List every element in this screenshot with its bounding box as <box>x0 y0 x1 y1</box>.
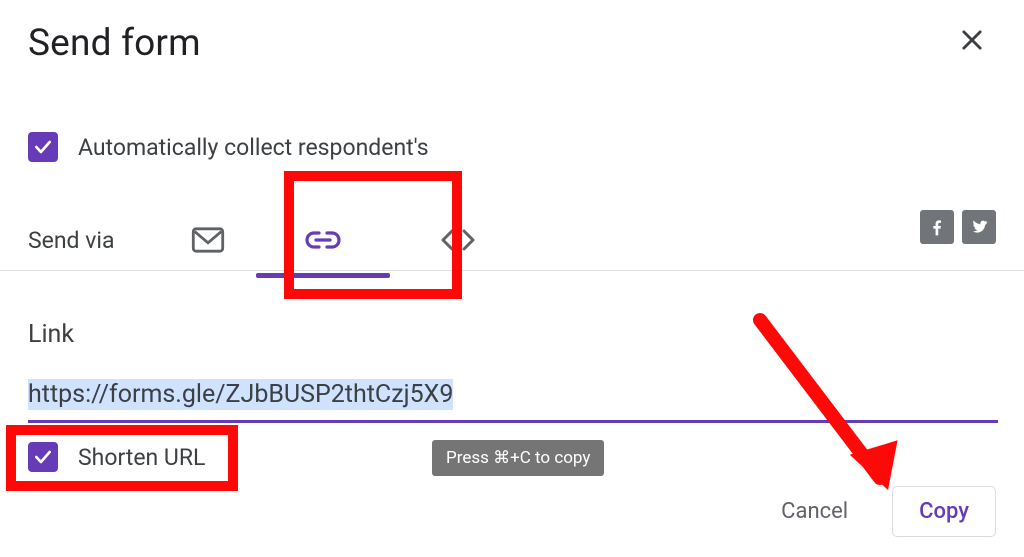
mail-icon <box>191 226 225 254</box>
collect-respondent-label: Automatically collect respondent's <box>78 134 429 161</box>
tab-email[interactable] <box>168 214 248 266</box>
send-form-dialog: Send form Automatically collect responde… <box>0 0 1024 557</box>
checkmark-icon <box>33 447 53 467</box>
shorten-url-row: Shorten URL <box>28 442 205 472</box>
facebook-icon <box>927 217 947 237</box>
tab-link[interactable] <box>248 214 398 266</box>
shorten-url-checkbox[interactable] <box>28 442 58 472</box>
send-via-label: Send via <box>28 227 114 254</box>
dialog-title: Send form <box>28 22 201 65</box>
dialog-header: Send form <box>28 22 998 65</box>
embed-icon <box>438 227 478 253</box>
send-via-row: Send via <box>28 214 998 266</box>
link-icon <box>303 229 343 251</box>
link-section-label: Link <box>28 320 74 349</box>
share-twitter-button[interactable] <box>962 210 996 244</box>
close-button[interactable] <box>954 22 990 58</box>
twitter-icon <box>969 217 989 237</box>
close-icon <box>958 26 986 54</box>
collect-respondent-checkbox[interactable] <box>28 132 58 162</box>
social-share <box>920 210 996 244</box>
checkmark-icon <box>33 137 53 157</box>
shorten-url-label: Shorten URL <box>78 444 205 471</box>
link-url-field[interactable]: https://forms.gle/ZJbBUSP2thtCzj5X9 <box>28 380 998 409</box>
send-via-tabs <box>168 214 518 266</box>
copy-button[interactable]: Copy <box>892 486 996 537</box>
tab-embed[interactable] <box>398 214 518 266</box>
link-url-underline <box>28 420 998 423</box>
link-url-value: https://forms.gle/ZJbBUSP2thtCzj5X9 <box>28 379 453 410</box>
share-facebook-button[interactable] <box>920 210 954 244</box>
send-via-divider <box>0 270 1024 271</box>
cancel-button[interactable]: Cancel <box>755 487 874 536</box>
collect-respondent-row: Automatically collect respondent's <box>28 132 429 162</box>
dialog-footer: Cancel Copy <box>755 486 996 537</box>
copy-hint-tooltip: Press ⌘+C to copy <box>432 440 604 476</box>
